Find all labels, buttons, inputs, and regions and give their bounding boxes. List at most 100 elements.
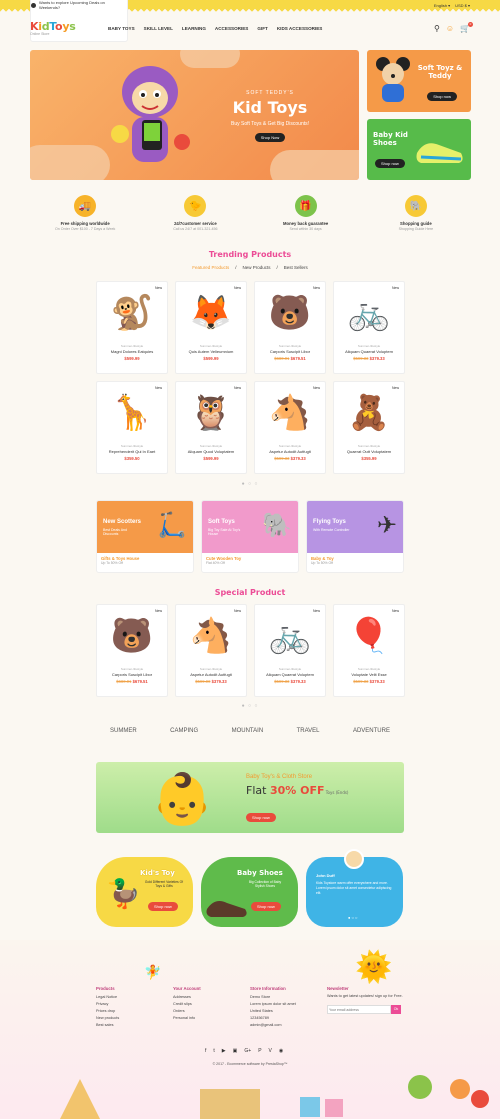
footer-link[interactable]: Privacy [96,1001,119,1008]
promo-title: New Scotters [103,519,142,525]
baby-shoes-shop-button[interactable]: Shop now [375,159,405,168]
hero-shop-button[interactable]: Shop Now [254,133,286,142]
nav-learning[interactable]: LEARNING [182,26,206,31]
footer-link[interactable]: Addresses [173,994,201,1001]
product-image[interactable]: 🎈 [334,605,404,667]
soft-toys-shop-button[interactable]: Shop now [427,92,457,101]
product-image[interactable]: 🐻 [97,605,167,667]
googleplus-icon[interactable]: G+ [244,1048,251,1054]
product-name[interactable]: Aliquam Quod Voluptatem [176,449,246,454]
store-banner[interactable]: 👶 Baby Toy's & Cloth Store Flat 30% OFF … [96,762,404,833]
footer-link[interactable]: Prices drop [96,1008,119,1015]
footer-link[interactable]: Orders [173,1008,201,1015]
currency-select[interactable]: USD $ ▾ [455,3,470,8]
product-name[interactable]: Quis Autem Velieumnium [176,349,246,354]
language-select[interactable]: English ▾ [434,3,450,8]
youtube-icon[interactable]: ▶ [222,1048,226,1054]
cart-icon[interactable]: 🛒 0 [460,21,473,33]
baby-shoes-banner[interactable]: Baby Kid Shoes Shop now [367,119,471,180]
footer-link[interactable]: Legal Notice [96,994,119,1001]
product-name[interactable]: Quaerat Outt Voluptatem [334,449,404,454]
rss-icon[interactable]: ▣ [233,1048,238,1054]
product-image[interactable]: 🚲 [334,282,404,344]
special-dots[interactable]: ● ○ ○ [0,703,500,709]
footer-link[interactable]: Credit slips [173,1001,201,1008]
store-email[interactable]: admin@gmail.com [250,1022,322,1029]
logo[interactable]: KidToys Online Store [30,20,100,36]
product-card[interactable]: New 🐒 Summer-lifestyle Magni Dolores Eatqui… [96,281,168,374]
footer-link[interactable]: Personal info [173,1015,201,1022]
brand-logo[interactable]: ADVENTURE [353,728,390,734]
promo-card[interactable]: Flying Toys With Remote Controller ✈ Baby &… [306,500,404,573]
footer-link[interactable]: New products [96,1015,119,1022]
product-image[interactable]: 🐴 [255,382,325,444]
product-image[interactable]: 🐻 [255,282,325,344]
product-card[interactable]: New 🧸 Summer-lifestyle Quaerat Outt Volupta… [333,381,405,474]
product-name[interactable]: Magni Dolores Eatquies [97,349,167,354]
kids-toy-card[interactable]: 🦆 Kid's Toy Gold Different Varieties Of … [96,857,193,927]
hero-banner[interactable]: SOFT TEDDY'S Kid Toys Buy Soft Toys & Ge… [30,50,359,180]
promo-card[interactable]: Soft Toys Big Toy Sale At Toy's House 🐘 Cut… [201,500,299,573]
product-price: $599.00 $379.33 [195,679,227,684]
product-name[interactable]: Carporis Suscipit Libor [97,672,167,677]
product-name[interactable]: Carporis Suscipit Libor [255,349,325,354]
footer-link[interactable]: Best sales [96,1022,119,1029]
user-icon[interactable]: ☺ [446,24,454,33]
brand-logo[interactable]: CAMPING [170,728,198,734]
kids-toy-button[interactable]: Shop now [148,902,178,911]
nav-kids-accessories[interactable]: KIDS ACCESSORIES [277,26,323,31]
search-icon[interactable]: ⚲ [434,24,440,33]
product-card[interactable]: New 🦉 Summer-lifestyle Aliquam Quod Volupta… [175,381,247,474]
product-name[interactable]: Reprehenderit Qui In Eaet [97,449,167,454]
nav-accessories[interactable]: ACCESSORIES [215,26,248,31]
baby-shoes-card[interactable]: Baby Shoes Big Collection of Baby Stylis… [201,857,298,927]
nav-baby-toys[interactable]: BABY TOYS [108,26,135,31]
product-image[interactable]: 🧸 [334,382,404,444]
product-image[interactable]: 🚲 [255,605,325,667]
product-image[interactable]: 🦒 [97,382,167,444]
vimeo-icon[interactable]: V [269,1048,272,1054]
product-price: $599.33 $379.33 [274,679,306,684]
product-name[interactable]: Aliquam Quaerat Voluptem [255,672,325,677]
soft-toys-banner[interactable]: Soft Toyz & Teddy Shop now [367,50,471,112]
product-card[interactable]: New 🦊 Summer-lifestyle Quis Autem Velieumni… [175,281,247,374]
product-name[interactable]: Aspetur Autodit Autfugit [255,449,325,454]
product-card[interactable]: New 🚲 Summer-lifestyle Aliquam Quaerat Volu… [333,281,405,374]
brand-logo[interactable]: TRAVEL [297,728,320,734]
banner-shop-button[interactable]: Shop now [246,813,276,822]
newsletter-submit-button[interactable]: Ok [391,1005,401,1014]
product-card[interactable]: New 🦒 Summer-lifestyle Reprehenderit Qui In… [96,381,168,474]
nav-gift[interactable]: GIFT [257,26,267,31]
brand-logo[interactable]: MOUNTAIN [232,728,264,734]
store-address: Lorem ipsum dolor sit amet [250,1002,296,1006]
product-name[interactable]: Aliquam Quaerat Voluptem [334,349,404,354]
footer-products: Products Legal Notice Privacy Prices dro… [96,985,119,1029]
pinterest-icon[interactable]: P [258,1048,261,1054]
product-name[interactable]: Voluptate Velit Esse [334,672,404,677]
tab-featured[interactable]: Featured Products [192,265,229,270]
twitter-icon[interactable]: t [213,1048,214,1054]
nav-skill-level[interactable]: SKILL LEVEL [144,26,173,31]
product-card[interactable]: New 🐴 Summer-lifestyle Aspetur Autodit Autf… [254,381,326,474]
tab-new[interactable]: New Products [243,265,271,270]
carousel-dots[interactable]: ● ○ ○ [0,481,500,487]
product-image[interactable]: 🐴 [176,605,246,667]
testimonial-dots[interactable]: ● ○ ○ [348,915,357,920]
product-image[interactable]: 🦉 [176,382,246,444]
product-image[interactable]: 🐒 [97,282,167,344]
product-card[interactable]: New 🐴 Summer-lifestyle Aspetur Autodit Autf… [175,604,247,697]
brand-logo[interactable]: SUMMER [110,728,137,734]
baby-shoes-card-button[interactable]: Shop now [251,902,281,911]
promo-desc: With Remote Controller [313,528,350,532]
product-card[interactable]: New 🐻 Summer-lifestyle Carporis Suscipit Li… [254,281,326,374]
instagram-icon[interactable]: ◉ [279,1048,283,1054]
product-card[interactable]: New 🐻 Summer-lifestyle Carporis Suscipit Li… [96,604,168,697]
newsletter-email-input[interactable] [327,1005,391,1014]
product-card[interactable]: New 🚲 Summer-lifestyle Aliquam Quaerat Volu… [254,604,326,697]
facebook-icon[interactable]: f [205,1048,206,1054]
product-card[interactable]: New 🎈 Summer-lifestyle Voluptate Velit Esse… [333,604,405,697]
promo-card[interactable]: New Scotters Best Deals And Discounts 🛴 Gif… [96,500,194,573]
product-name[interactable]: Aspetur Autodit Autfugit [176,672,246,677]
product-image[interactable]: 🦊 [176,282,246,344]
tab-best-sellers[interactable]: Best Sellers [284,265,308,270]
